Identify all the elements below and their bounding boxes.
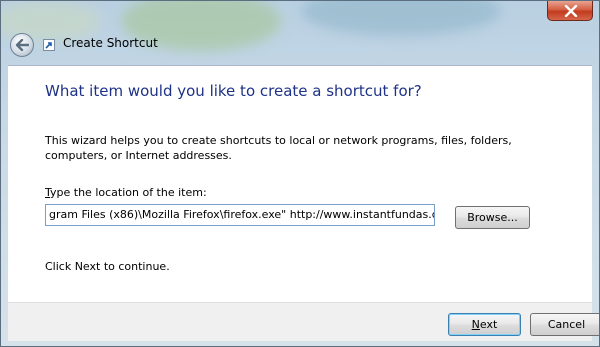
back-button[interactable]	[10, 33, 34, 57]
title-bar: Create Shortcut	[1, 1, 599, 65]
wizard-description: This wizard helps you to create shortcut…	[45, 134, 512, 162]
location-input[interactable]: gram Files (x86)\Mozilla Firefox\firefox…	[45, 204, 435, 226]
location-label-text: ype the location of the item:	[50, 186, 207, 199]
create-shortcut-window: Create Shortcut What item would you like…	[0, 0, 600, 347]
browse-button[interactable]: Browse...	[455, 206, 530, 229]
back-arrow-icon	[15, 39, 29, 51]
continue-instruction: Click Next to continue.	[45, 260, 170, 273]
page-heading: What item would you like to create a sho…	[45, 82, 422, 100]
wizard-footer: Next Cancel	[8, 302, 599, 341]
shortcut-wizard-icon	[43, 39, 55, 51]
location-label: Type the location of the item:	[45, 186, 207, 199]
close-icon	[564, 5, 578, 17]
window-title: Create Shortcut	[63, 36, 158, 50]
close-button[interactable]	[547, 1, 593, 21]
next-button[interactable]: Next	[448, 313, 521, 336]
wizard-content: What item would you like to create a sho…	[8, 65, 592, 303]
cancel-button[interactable]: Cancel	[530, 313, 599, 336]
